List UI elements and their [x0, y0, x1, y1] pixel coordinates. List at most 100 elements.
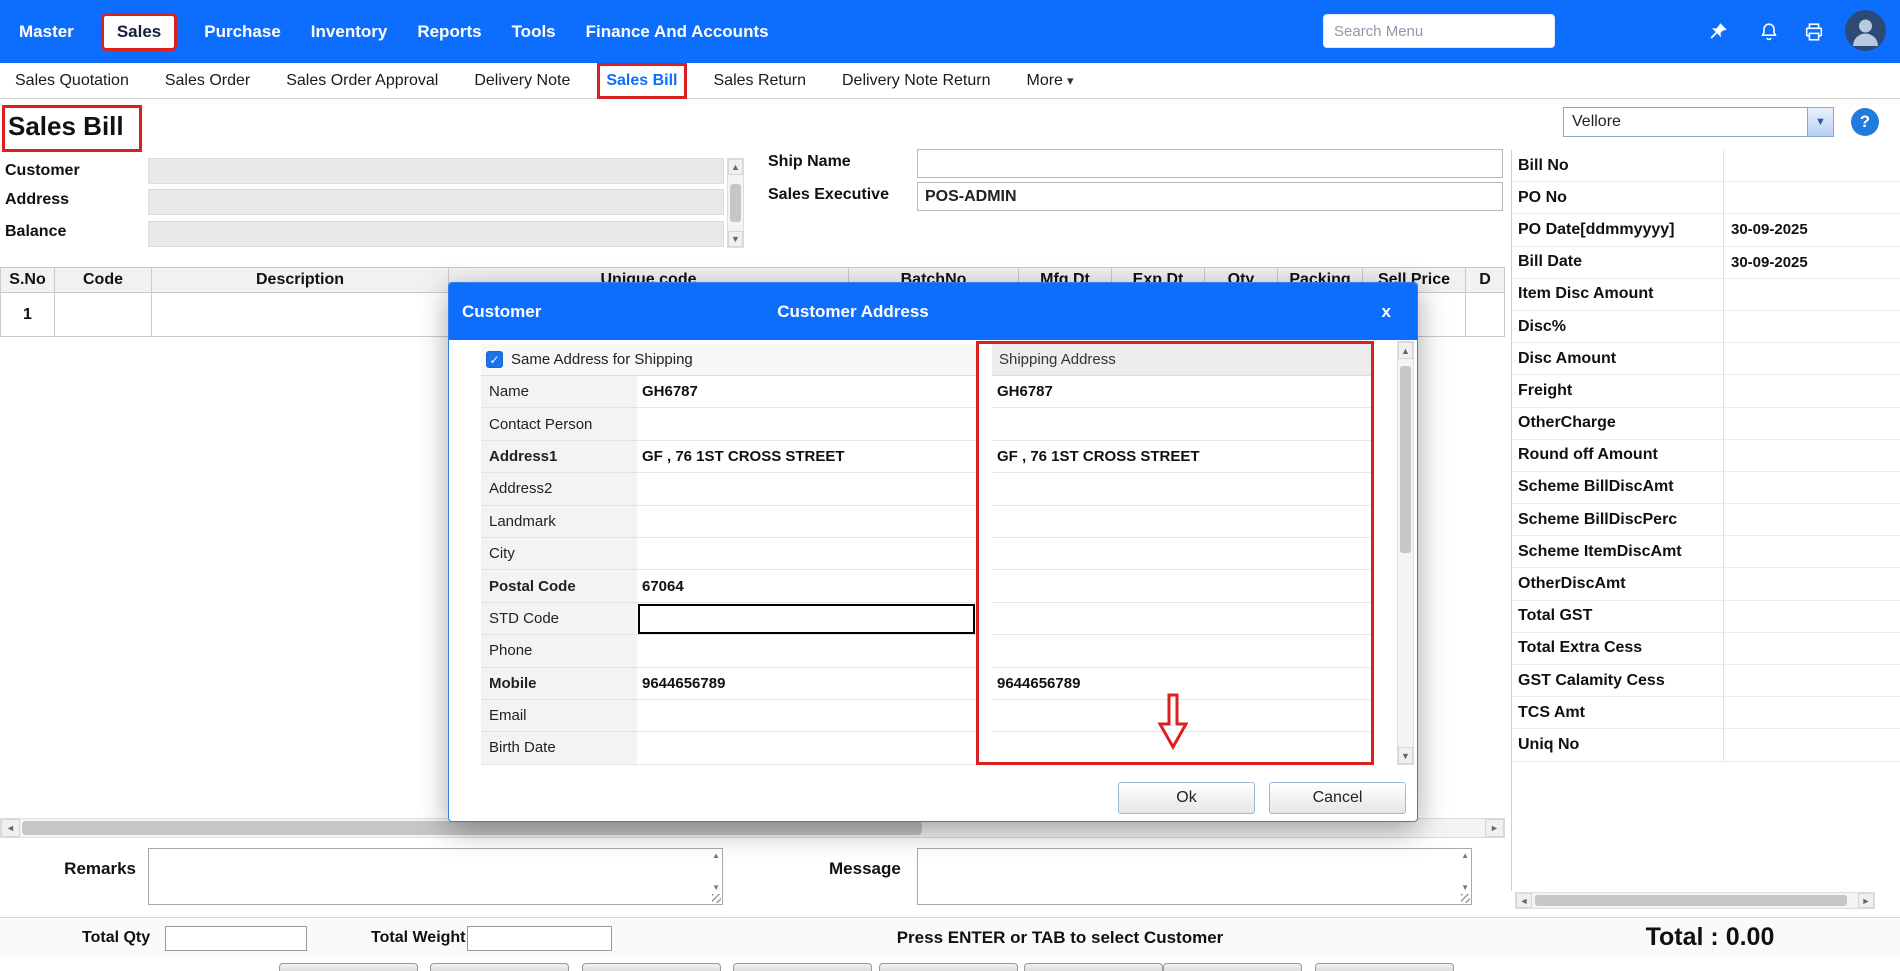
menu-item[interactable]: Master	[19, 22, 74, 42]
bottom-action-button[interactable]	[879, 963, 1018, 971]
sub-menu-item[interactable]: More▾	[1027, 72, 1074, 90]
field-input[interactable]: GF , 76 1ST CROSS STREET	[637, 441, 976, 473]
help-button[interactable]: ?	[1851, 108, 1879, 136]
shipping-field-input[interactable]	[992, 700, 1373, 732]
scroll-thumb[interactable]	[22, 821, 922, 835]
bill-field-value[interactable]	[1723, 697, 1900, 728]
same-address-checkbox[interactable]: ✓	[486, 351, 503, 368]
menu-item[interactable]: Inventory	[311, 22, 388, 42]
scroll-left-icon[interactable]: ◄	[1516, 893, 1532, 908]
menu-item[interactable]: Reports	[417, 22, 481, 42]
table-cell[interactable]	[1466, 293, 1505, 337]
scroll-up-icon[interactable]: ▲	[1398, 342, 1413, 359]
bell-icon[interactable]	[1754, 17, 1784, 47]
shipping-field-input[interactable]	[992, 732, 1373, 764]
sidebar-horizontal-scrollbar[interactable]: ◄ ►	[1515, 892, 1875, 909]
table-cell[interactable]	[55, 293, 152, 337]
scroll-right-icon[interactable]: ►	[1858, 893, 1874, 908]
bill-field-value[interactable]	[1723, 472, 1900, 503]
bottom-action-button[interactable]	[1163, 963, 1302, 971]
scroll-down-icon[interactable]: ▼	[712, 883, 720, 892]
total-weight-input[interactable]	[467, 926, 612, 951]
field-input[interactable]	[637, 732, 976, 764]
shipping-field-input[interactable]	[992, 538, 1373, 570]
form-scrollbar[interactable]: ▲ ▼	[727, 158, 744, 248]
shipping-field-input[interactable]	[992, 635, 1373, 667]
shipping-field-input[interactable]	[992, 408, 1373, 440]
customer-input[interactable]	[148, 158, 724, 184]
scroll-right-icon[interactable]: ►	[1485, 819, 1504, 837]
combo-arrow-icon[interactable]: ▼	[1807, 108, 1833, 136]
table-cell[interactable]	[152, 293, 449, 337]
field-input[interactable]	[637, 603, 976, 635]
scroll-down-icon[interactable]: ▼	[1398, 747, 1413, 764]
shipping-field-input[interactable]	[992, 473, 1373, 505]
address-input[interactable]	[148, 189, 724, 215]
ok-button[interactable]: Ok	[1118, 782, 1255, 814]
bill-field-value[interactable]	[1723, 729, 1900, 760]
sub-menu-item[interactable]: Delivery Note▾	[474, 72, 570, 90]
sub-menu-item[interactable]: Sales Return▾	[714, 72, 807, 90]
shipping-field-input[interactable]	[992, 570, 1373, 602]
bottom-action-button[interactable]	[582, 963, 721, 971]
bill-field-value[interactable]	[1723, 311, 1900, 342]
bill-field-value[interactable]	[1723, 408, 1900, 439]
bill-field-value[interactable]	[1723, 440, 1900, 471]
shipping-field-input[interactable]	[992, 603, 1373, 635]
bottom-action-button[interactable]	[430, 963, 569, 971]
field-input[interactable]: 9644656789	[637, 668, 976, 700]
bottom-action-button[interactable]	[279, 963, 418, 971]
bottom-action-button[interactable]	[1315, 963, 1454, 971]
scroll-up-icon[interactable]: ▲	[728, 159, 743, 175]
scroll-left-icon[interactable]: ◄	[1, 819, 20, 837]
resize-handle[interactable]	[712, 894, 721, 903]
shipping-field-input[interactable]	[992, 506, 1373, 538]
bill-field-value[interactable]: 30-09-2025	[1723, 214, 1900, 245]
menu-item[interactable]: Tools	[512, 22, 556, 42]
menu-item[interactable]: Sales	[104, 16, 174, 48]
bill-field-value[interactable]	[1723, 182, 1900, 213]
pin-icon[interactable]	[1703, 17, 1733, 47]
cancel-button[interactable]: Cancel	[1269, 782, 1406, 814]
sub-menu-item[interactable]: Sales Quotation▾	[15, 72, 129, 90]
field-input[interactable]	[637, 473, 976, 505]
sales-executive-input[interactable]: POS-ADMIN	[917, 182, 1503, 211]
printer-icon[interactable]	[1799, 17, 1829, 47]
total-qty-input[interactable]	[165, 926, 307, 951]
sub-menu-item[interactable]: Sales Bill▾	[606, 72, 677, 90]
field-input[interactable]	[637, 635, 976, 667]
field-input[interactable]	[637, 506, 976, 538]
bill-field-value[interactable]	[1723, 343, 1900, 374]
shipping-field-input[interactable]: GF , 76 1ST CROSS STREET	[992, 441, 1373, 473]
scroll-up-icon[interactable]: ▲	[712, 851, 720, 860]
remarks-textarea[interactable]: ▲ ▼	[148, 848, 723, 905]
bill-field-value[interactable]	[1723, 601, 1900, 632]
scroll-thumb[interactable]	[1535, 895, 1847, 906]
bill-field-value[interactable]: 30-09-2025	[1723, 247, 1900, 278]
scroll-down-icon[interactable]: ▼	[728, 231, 743, 247]
scroll-thumb[interactable]	[730, 184, 741, 222]
balance-input[interactable]	[148, 221, 724, 247]
user-avatar[interactable]	[1845, 10, 1886, 51]
menu-item[interactable]: Finance And Accounts	[586, 22, 769, 42]
bill-field-value[interactable]	[1723, 665, 1900, 696]
bill-field-value[interactable]	[1723, 536, 1900, 567]
field-input[interactable]	[637, 408, 976, 440]
field-input[interactable]: GH6787	[637, 376, 976, 408]
bottom-action-button[interactable]	[733, 963, 872, 971]
search-input[interactable]	[1323, 14, 1555, 48]
field-input[interactable]: 67064	[637, 570, 976, 602]
menu-item[interactable]: Purchase	[204, 22, 281, 42]
bill-field-value[interactable]	[1723, 279, 1900, 310]
message-textarea[interactable]: ▲ ▼	[917, 848, 1472, 905]
shipping-field-input[interactable]: GH6787	[992, 376, 1373, 408]
ship-name-input[interactable]	[917, 149, 1503, 178]
bill-field-value[interactable]	[1723, 504, 1900, 535]
shipping-field-input[interactable]: 9644656789	[992, 668, 1373, 700]
bill-field-value[interactable]	[1723, 150, 1900, 181]
sub-menu-item[interactable]: Sales Order Approval▾	[286, 72, 438, 90]
dialog-scrollbar[interactable]: ▲ ▼	[1397, 341, 1414, 765]
table-cell-sno[interactable]: 1	[0, 293, 55, 337]
close-icon[interactable]: x	[1382, 283, 1391, 340]
scroll-up-icon[interactable]: ▲	[1461, 851, 1469, 860]
